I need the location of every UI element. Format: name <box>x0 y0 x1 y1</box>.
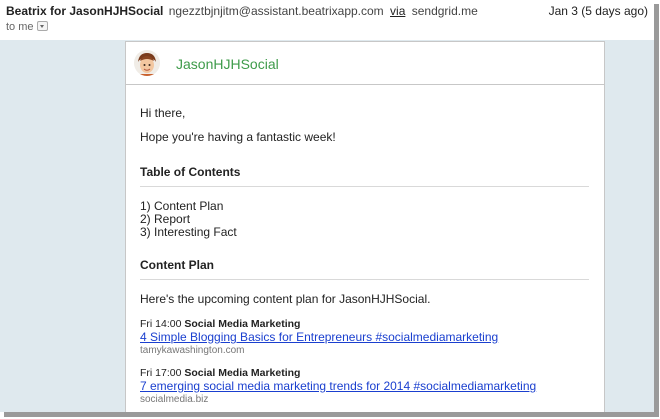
avatar-face-icon <box>134 50 160 76</box>
post-time: Fri 17:00 <box>140 367 182 379</box>
sender-email[interactable]: ngezztbjnjitm@assistant.beatrixapp.com <box>169 4 384 18</box>
post-domain: socialmedia.biz <box>140 394 209 405</box>
email-viewer: Beatrix for JasonHJHSocial ngezztbjnjitm… <box>0 0 654 413</box>
toc-item: 3) Interesting Fact <box>140 225 237 239</box>
message-date: Jan 3 (5 days ago) <box>548 4 648 18</box>
post-category: Social Media Marketing <box>184 367 301 379</box>
post-meta: Fri 17:00 Social Media Marketing <box>140 367 300 379</box>
toc-item: 1) Content Plan <box>140 199 224 213</box>
greeting: Hi there, <box>140 106 186 120</box>
post-domain: tamykawashington.com <box>140 345 245 356</box>
window-shadow <box>654 4 659 415</box>
avatar <box>134 50 160 76</box>
divider <box>140 279 589 280</box>
post-link[interactable]: 4 Simple Blogging Basics for Entrepreneu… <box>140 330 498 344</box>
sender-line: Beatrix for JasonHJHSocial ngezztbjnjitm… <box>6 4 478 18</box>
via-link[interactable]: via <box>390 4 405 18</box>
via-domain: sendgrid.me <box>411 4 478 18</box>
window-shadow <box>4 412 659 417</box>
message-header: Beatrix for JasonHJHSocial ngezztbjnjitm… <box>0 0 654 40</box>
intro-text: Hope you're having a fantastic week! <box>140 130 336 144</box>
divider <box>140 186 589 187</box>
brand-name: JasonHJHSocial <box>176 56 279 72</box>
post-category: Social Media Marketing <box>184 318 301 330</box>
recipient-line: to me <box>6 21 48 33</box>
post-meta: Fri 14:00 Social Media Marketing <box>140 318 300 330</box>
content-plan-intro: Here's the upcoming content plan for Jas… <box>140 292 431 306</box>
recipient-label: to me <box>6 21 34 33</box>
toc-item: 2) Report <box>140 212 191 226</box>
sender-name[interactable]: Beatrix for JasonHJHSocial <box>6 4 163 18</box>
content-plan-heading: Content Plan <box>140 258 214 272</box>
show-details-dropdown-icon[interactable] <box>36 21 48 32</box>
toc-heading: Table of Contents <box>140 165 241 179</box>
email-body-card: JasonHJHSocial Hi there, Hope you're hav… <box>125 41 605 413</box>
post-link[interactable]: 7 emerging social media marketing trends… <box>140 379 536 393</box>
post-time: Fri 14:00 <box>140 318 182 330</box>
email-brand-header: JasonHJHSocial <box>126 42 604 85</box>
